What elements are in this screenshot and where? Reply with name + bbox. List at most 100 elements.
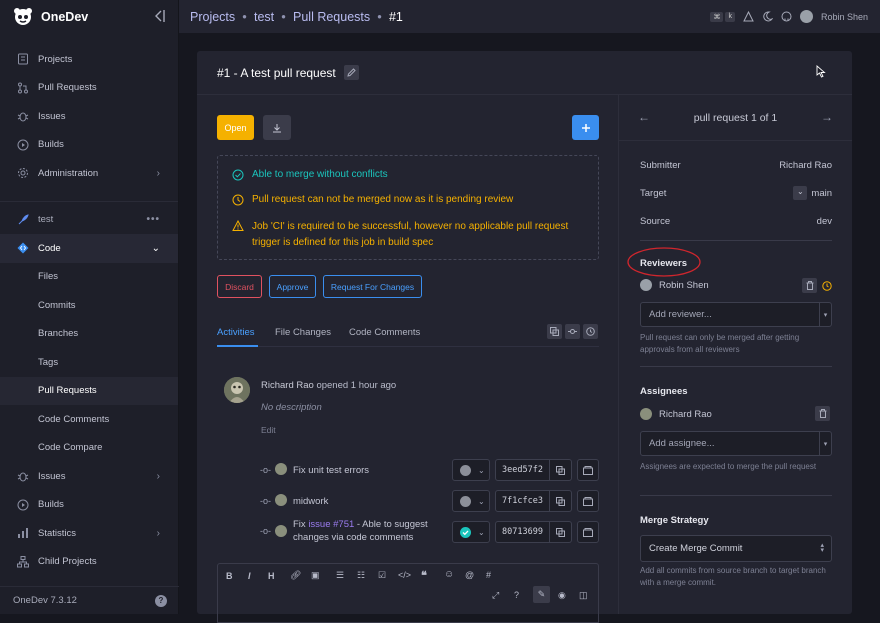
- browse-files-button[interactable]: [577, 490, 599, 512]
- download-button[interactable]: [263, 115, 291, 140]
- request-changes-button[interactable]: Request For Changes: [323, 275, 422, 298]
- code-icon[interactable]: </>: [398, 570, 411, 580]
- browse-files-button[interactable]: [577, 521, 599, 543]
- sidebar-item-code-compare[interactable]: Code Compare: [0, 434, 178, 463]
- fullscreen-icon[interactable]: ⤢: [492, 590, 499, 601]
- user-avatar[interactable]: [799, 10, 813, 23]
- italic-icon[interactable]: I: [248, 571, 251, 581]
- unordered-list-icon[interactable]: ☰: [336, 570, 344, 581]
- sidebar-item-tags[interactable]: Tags: [0, 348, 178, 377]
- commit-hash[interactable]: 3eed57f2: [495, 459, 550, 481]
- commit-message[interactable]: Fix unit test errors: [293, 464, 443, 477]
- breadcrumb-projects[interactable]: Projects: [190, 10, 235, 24]
- sidebar-item-project-builds[interactable]: Builds: [0, 491, 178, 520]
- heading-icon[interactable]: H: [268, 571, 275, 581]
- collapse-sidebar-icon[interactable]: [154, 9, 166, 23]
- build-status-dropdown[interactable]: ⌄: [452, 490, 490, 512]
- remove-assignee-button[interactable]: [815, 406, 830, 421]
- commit-message[interactable]: midwork: [293, 495, 443, 508]
- sidebar-item-statistics[interactable]: Statistics ›: [0, 519, 178, 548]
- submitter-value[interactable]: Richard Rao: [779, 160, 832, 171]
- remove-reviewer-button[interactable]: [802, 278, 817, 293]
- help-icon[interactable]: ?: [155, 595, 167, 607]
- previous-arrow-icon[interactable]: ←: [638, 110, 650, 124]
- split-view-icon[interactable]: ◫: [579, 590, 588, 601]
- next-arrow-icon[interactable]: →: [821, 110, 833, 124]
- sidebar-item-files[interactable]: Files: [0, 263, 178, 292]
- build-status-dropdown[interactable]: ⌄: [452, 459, 490, 481]
- toggle-commits-button[interactable]: [565, 324, 580, 339]
- edit-link[interactable]: Edit: [261, 425, 276, 435]
- more-icon[interactable]: •••: [146, 214, 160, 225]
- comment-editor[interactable]: B I H 🔗︎ ▣ ☰ ☷ ☑ </> ❝ ☺ @ # ⤢ ? ✎ ◉ ◫: [217, 563, 599, 623]
- target-value[interactable]: ⌄ main: [793, 186, 832, 200]
- sidebar-item-child-projects[interactable]: Child Projects: [0, 548, 178, 577]
- toggle-history-button[interactable]: [583, 324, 598, 339]
- activity-action: opened 1 hour ago: [316, 380, 397, 391]
- issue-link[interactable]: issue #751: [308, 519, 354, 530]
- breadcrumb-pull-requests[interactable]: Pull Requests: [293, 10, 370, 24]
- sidebar-item-issues[interactable]: Issues: [0, 102, 178, 131]
- sidebar-item-code-comments[interactable]: Code Comments: [0, 405, 178, 434]
- bold-icon[interactable]: B: [226, 571, 233, 581]
- add-assignee-select[interactable]: Add assignee... ▾: [640, 431, 832, 456]
- tab-code-comments[interactable]: Code Comments: [349, 327, 420, 338]
- edit-title-button[interactable]: [343, 65, 359, 80]
- discard-button[interactable]: Discard: [217, 275, 262, 298]
- add-reviewer-select[interactable]: Add reviewer... ▾: [640, 302, 832, 327]
- merge-strategy-select[interactable]: Create Merge Commit ▴ ▾: [640, 535, 832, 562]
- quote-icon[interactable]: ❝: [421, 569, 427, 582]
- sidebar-item-commits[interactable]: Commits: [0, 291, 178, 320]
- onedev-logo-icon[interactable]: [13, 7, 33, 27]
- sidebar-item-branches[interactable]: Branches: [0, 320, 178, 349]
- approve-button[interactable]: Approve: [269, 275, 316, 298]
- sidebar-item-pull-requests-sub[interactable]: Pull Requests: [0, 376, 178, 405]
- commit-hash[interactable]: 80713699: [495, 521, 550, 543]
- moon-icon[interactable]: [762, 11, 773, 22]
- edit-mode-icon[interactable]: ✎: [533, 586, 550, 603]
- emoji-icon[interactable]: ☺: [444, 569, 454, 580]
- command-palette-shortcut[interactable]: ⌘ k: [710, 11, 735, 22]
- sidebar-item-project-issues[interactable]: Issues ›: [0, 462, 178, 491]
- browse-files-button[interactable]: [577, 459, 599, 481]
- sidebar-item-administration[interactable]: Administration ›: [0, 159, 178, 188]
- build-status-dropdown[interactable]: ⌄: [452, 521, 490, 543]
- copy-hash-button[interactable]: [550, 490, 572, 512]
- source-row: Source dev: [640, 216, 832, 227]
- breadcrumb-project[interactable]: test: [254, 10, 274, 24]
- preview-icon[interactable]: ◉: [558, 590, 566, 601]
- sidebar-project-header[interactable]: test •••: [0, 206, 178, 235]
- user-avatar: [224, 377, 250, 403]
- user-name[interactable]: Robin Shen: [821, 12, 868, 22]
- assignee-name[interactable]: Richard Rao: [659, 409, 712, 420]
- copy-hash-button[interactable]: [550, 521, 572, 543]
- activity-user[interactable]: Richard Rao: [261, 380, 314, 391]
- commit-hash[interactable]: 7f1cfce3: [495, 490, 550, 512]
- copy-hash-button[interactable]: [550, 459, 572, 481]
- reviewer-name[interactable]: Robin Shen: [659, 280, 709, 291]
- image-icon[interactable]: ▣: [311, 570, 320, 581]
- source-branch[interactable]: dev: [817, 216, 832, 227]
- link-icon[interactable]: 🔗︎: [290, 570, 301, 581]
- sidebar-item-pull-requests[interactable]: Pull Requests: [0, 74, 178, 103]
- add-button[interactable]: [572, 115, 599, 140]
- task-list-icon[interactable]: ☑: [378, 570, 386, 581]
- active-tab-indicator: [217, 345, 258, 347]
- mention-icon[interactable]: @: [465, 570, 474, 580]
- sidebar-item-label: Branches: [38, 328, 79, 340]
- open-status-button[interactable]: Open: [217, 115, 254, 140]
- help-icon[interactable]: ?: [514, 590, 519, 600]
- sidebar-item-builds[interactable]: Builds: [0, 131, 178, 160]
- commit-message[interactable]: Fix issue #751 - Able to suggest changes…: [293, 518, 443, 544]
- github-icon[interactable]: [781, 11, 792, 22]
- target-branch-dropdown-icon[interactable]: ⌄: [793, 186, 808, 200]
- tab-activities[interactable]: Activities: [217, 327, 254, 338]
- tab-file-changes[interactable]: File Changes: [275, 327, 331, 338]
- toggle-comments-button[interactable]: [547, 324, 562, 339]
- hash-icon[interactable]: #: [486, 570, 491, 580]
- sidebar-item-label: Builds: [38, 499, 64, 511]
- alert-icon[interactable]: [743, 11, 754, 22]
- sidebar-item-code[interactable]: Code ⌄: [0, 234, 178, 263]
- sidebar-item-projects[interactable]: Projects: [0, 45, 178, 74]
- ordered-list-icon[interactable]: ☷: [357, 570, 365, 581]
